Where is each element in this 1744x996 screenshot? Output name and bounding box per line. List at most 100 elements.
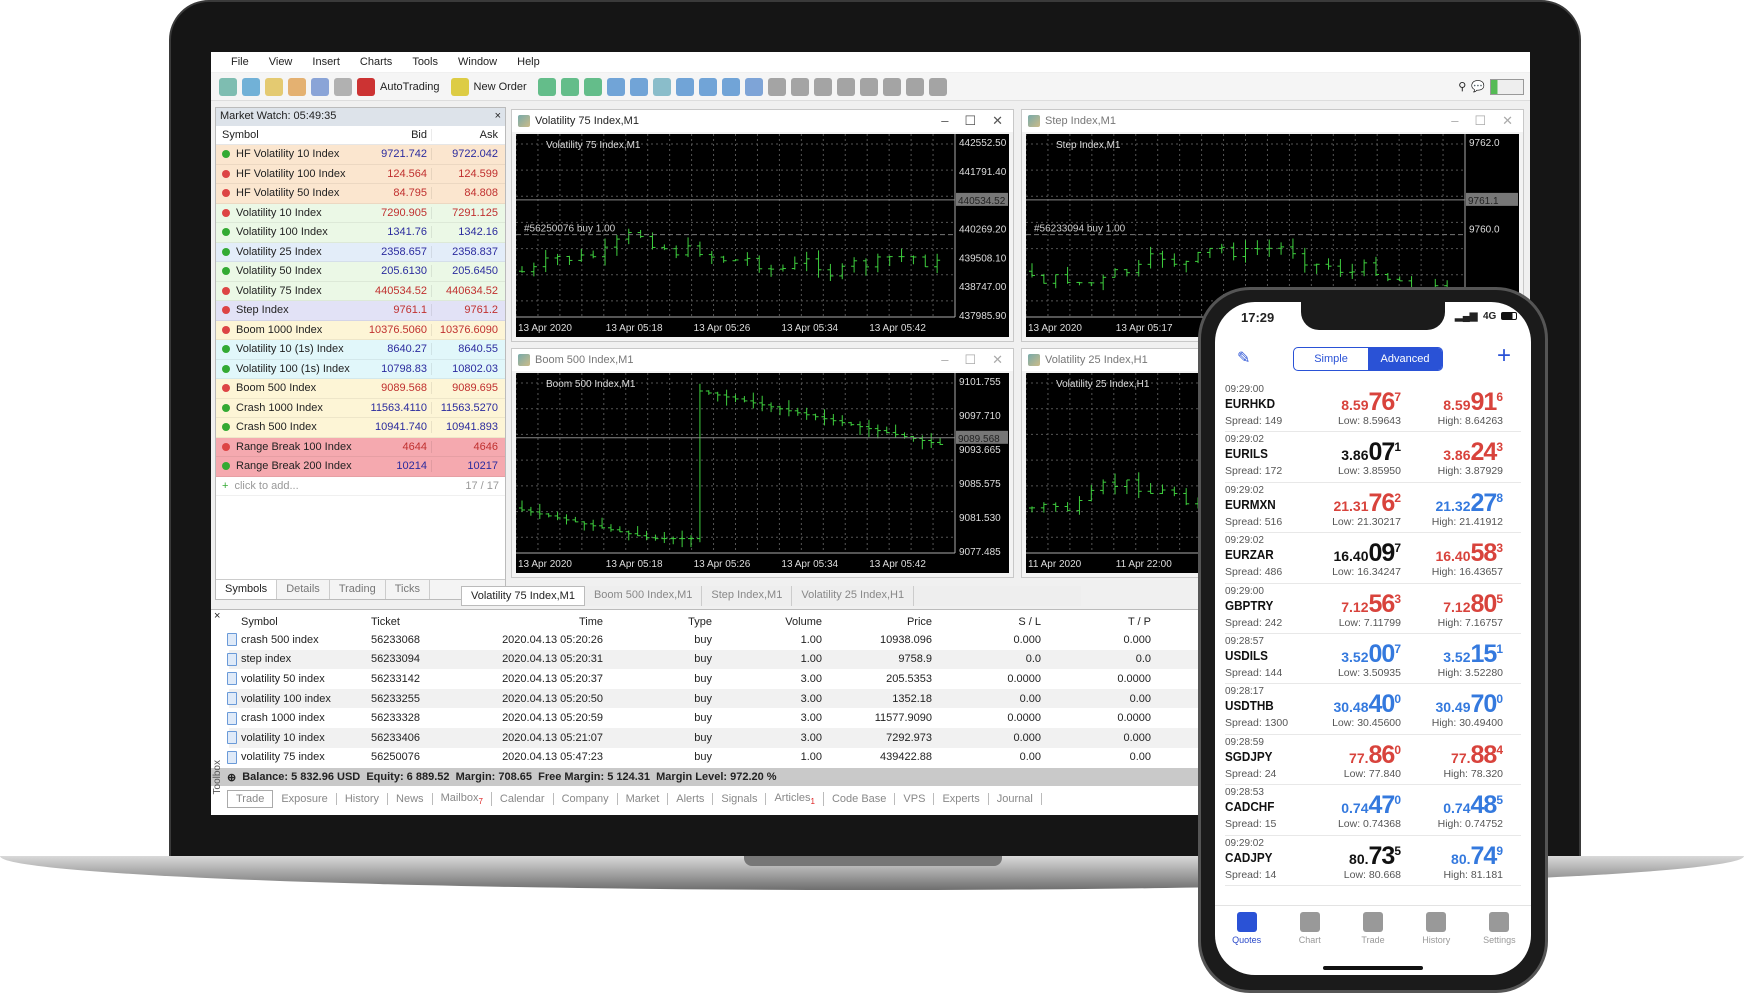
tab-details[interactable]: Details xyxy=(277,580,330,599)
minimize-icon[interactable]: – xyxy=(941,352,948,368)
navigator-icon[interactable] xyxy=(288,77,306,96)
chart-tab[interactable]: Volatility 75 Index,M1 xyxy=(461,586,585,606)
candlestick-icon[interactable] xyxy=(560,77,579,96)
column-ask[interactable]: Ask xyxy=(432,129,502,141)
zoom-out-icon[interactable] xyxy=(629,77,648,96)
market-watch-row[interactable]: Step Index 9761.1 9761.2 xyxy=(216,301,505,321)
chart-tab[interactable]: Step Index,M1 xyxy=(702,586,793,606)
tab-history[interactable]: History xyxy=(337,793,389,805)
text-icon[interactable] xyxy=(905,77,924,96)
segment-simple[interactable]: Simple xyxy=(1294,348,1368,370)
market-watch-row[interactable]: Volatility 10 Index 7290.905 7291.125 xyxy=(216,203,505,223)
tab-experts[interactable]: Experts xyxy=(934,793,989,805)
tab-trading[interactable]: Trading xyxy=(330,580,386,599)
chart-window[interactable]: Volatility 75 Index,M1– ☐ ✕ Volatility 75 I… xyxy=(511,109,1014,342)
nav-chart[interactable]: Chart xyxy=(1278,906,1341,955)
minimize-icon[interactable]: – xyxy=(1451,113,1458,129)
line-chart-icon[interactable] xyxy=(583,77,602,96)
quote-row[interactable]: 09:28:17 USDTHB Spread: 1300 30.48400 Low: 3… xyxy=(1225,684,1521,735)
quote-row[interactable]: 09:29:00 EURHKD Spread: 149 8.59767 Low: 8.5… xyxy=(1225,382,1521,433)
market-watch-row[interactable]: Crash 1000 Index 11563.4110 11563.5270 xyxy=(216,398,505,418)
add-symbol-row[interactable]: + click to add... 17 / 17 xyxy=(216,477,505,496)
close-icon[interactable]: ✕ xyxy=(992,352,1003,368)
profiles-icon[interactable] xyxy=(242,77,260,96)
market-watch-row[interactable]: HF Volatility 50 Index 84.795 84.808 xyxy=(216,184,505,204)
market-watch-row[interactable]: Volatility 25 Index 2358.657 2358.837 xyxy=(216,242,505,262)
market-watch-row[interactable]: Volatility 100 (1s) Index 10798.83 10802.0… xyxy=(216,359,505,379)
close-icon[interactable]: ✕ xyxy=(1502,113,1513,129)
crosshair-icon[interactable] xyxy=(767,77,786,96)
close-icon[interactable]: ✕ xyxy=(992,113,1003,129)
quote-row[interactable]: 09:28:57 USDILS Spread: 144 3.52007 Low: 3.5… xyxy=(1225,634,1521,685)
bar-chart-icon[interactable] xyxy=(537,77,556,96)
column-bid[interactable]: Bid xyxy=(356,129,432,141)
zoom-in-icon[interactable] xyxy=(606,77,625,96)
tile-icon[interactable] xyxy=(652,77,671,96)
tab-alerts[interactable]: Alerts xyxy=(668,793,714,805)
vertical-line-icon[interactable] xyxy=(790,77,809,96)
market-watch-row[interactable]: Crash 500 Index 10941.740 10941.893 xyxy=(216,418,505,438)
close-icon[interactable]: × xyxy=(214,610,220,622)
add-symbol-plus-icon[interactable]: + xyxy=(1497,342,1511,370)
horizontal-line-icon[interactable] xyxy=(813,77,832,96)
tab-calendar[interactable]: Calendar xyxy=(492,793,554,805)
market-watch-row[interactable]: Volatility 100 Index 1341.76 1342.16 xyxy=(216,223,505,243)
new-order-icon[interactable] xyxy=(450,77,469,96)
autotrading-button[interactable]: AutoTrading xyxy=(380,81,440,93)
tab-signals[interactable]: Signals xyxy=(713,793,767,805)
column-symbol[interactable]: Symbol xyxy=(216,129,356,141)
minimize-icon[interactable]: – xyxy=(941,113,948,129)
tab-company[interactable]: Company xyxy=(554,793,618,805)
menu-charts[interactable]: Charts xyxy=(350,56,402,68)
chart-shift-icon[interactable] xyxy=(698,77,717,96)
new-order-button[interactable]: New Order xyxy=(474,81,527,93)
quote-row[interactable]: 09:29:00 GBPTRY Spread: 242 7.12563 Low: 7.1… xyxy=(1225,584,1521,634)
market-watch-row[interactable]: Boom 1000 Index 10376.5060 10376.6090 xyxy=(216,320,505,340)
quote-row[interactable]: 09:29:02 EURILS Spread: 172 3.86071 Low: 3.8… xyxy=(1225,432,1521,483)
tab-mailbox[interactable]: Mailbox7 xyxy=(433,791,492,807)
tab-articles[interactable]: Articles1 xyxy=(766,791,824,807)
menu-tools[interactable]: Tools xyxy=(402,56,448,68)
new-chart-icon[interactable] xyxy=(219,77,237,96)
fibonacci-icon[interactable] xyxy=(859,77,878,96)
price-chart[interactable]: Boom 500 Index,M1 9101.755 9097.710 9093.66… xyxy=(516,373,1009,573)
tab-news[interactable]: News xyxy=(388,793,433,805)
maximize-icon[interactable]: ☐ xyxy=(964,113,976,129)
quote-row[interactable]: 09:29:02 EURZAR Spread: 486 16.40097 Low: 16… xyxy=(1225,533,1521,584)
expand-icon[interactable]: ⊕ xyxy=(227,771,236,784)
market-watch-row[interactable]: Range Break 200 Index 10214 10217 xyxy=(216,457,505,477)
account-icon[interactable] xyxy=(311,77,329,96)
maximize-icon[interactable]: ☐ xyxy=(964,352,976,368)
menu-window[interactable]: Window xyxy=(448,56,507,68)
tab-code-base[interactable]: Code Base xyxy=(824,793,896,805)
tab-journal[interactable]: Journal xyxy=(989,793,1042,805)
menu-insert[interactable]: Insert xyxy=(302,56,350,68)
market-watch-row[interactable]: Volatility 50 Index 205.6130 205.6450 xyxy=(216,262,505,282)
trendline-icon[interactable] xyxy=(836,77,855,96)
nav-quotes[interactable]: Quotes xyxy=(1215,906,1278,955)
tab-market[interactable]: Market xyxy=(618,793,669,805)
tab-exposure[interactable]: Exposure xyxy=(273,793,337,805)
edit-pencil-icon[interactable]: ✎ xyxy=(1237,348,1250,368)
chart-tab[interactable]: Volatility 25 Index,H1 xyxy=(792,586,915,606)
shapes-icon[interactable] xyxy=(928,77,947,96)
tab-trade[interactable]: Trade xyxy=(227,790,274,808)
tab-symbols[interactable]: Symbols xyxy=(216,580,278,599)
chart-window[interactable]: Boom 500 Index,M1 – ☐ ✕ Boom 500 Index,M1 910… xyxy=(511,348,1014,578)
nav-trade[interactable]: Trade xyxy=(1341,906,1404,955)
tab-vps[interactable]: VPS xyxy=(895,793,935,805)
market-watch-row[interactable]: HF Volatility 100 Index 124.564 124.599 xyxy=(216,164,505,184)
quote-row[interactable]: 09:28:59 SGDJPY Spread: 24 77.860 Low: 77.84… xyxy=(1225,735,1521,786)
nav-history[interactable]: History xyxy=(1405,906,1468,955)
maximize-icon[interactable]: ☐ xyxy=(1474,113,1486,129)
market-watch-row[interactable]: HF Volatility 10 Index 9721.742 9722.042 xyxy=(216,145,505,165)
nav-settings[interactable]: Settings xyxy=(1468,906,1531,955)
tab-ticks[interactable]: Ticks xyxy=(386,580,430,599)
search-icon[interactable]: ⚲ xyxy=(1458,80,1466,93)
market-watch-row[interactable]: Volatility 10 (1s) Index 8640.27 8640.55 xyxy=(216,340,505,360)
menu-file[interactable]: File xyxy=(221,56,259,68)
indicators-icon[interactable] xyxy=(721,77,740,96)
market-watch-icon[interactable] xyxy=(265,77,283,96)
segment-advanced[interactable]: Advanced xyxy=(1368,348,1442,370)
autoscroll-icon[interactable] xyxy=(675,77,694,96)
